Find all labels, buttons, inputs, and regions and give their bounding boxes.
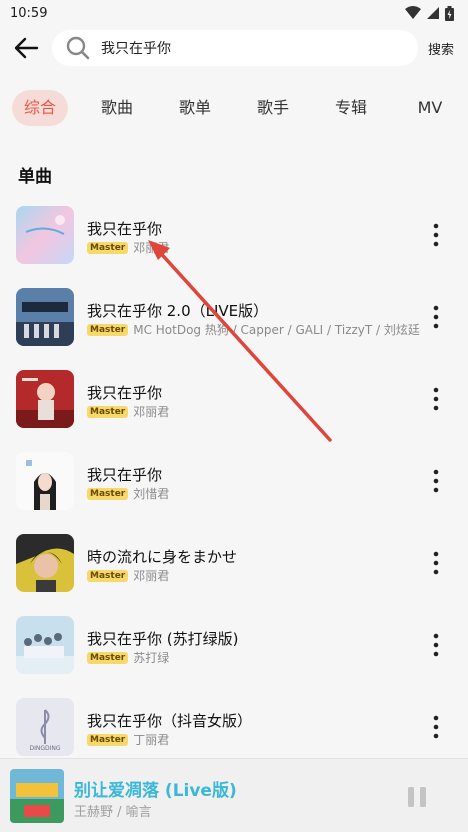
album-cover: [16, 288, 74, 346]
category-tabs: 综合 歌曲 歌单 歌手 专辑 MV: [0, 90, 468, 126]
song-row[interactable]: 我只在乎你 2.0（LIVE版） Master MC HotDog 热狗 / Ca…: [0, 288, 468, 348]
master-badge: Master: [87, 651, 129, 664]
master-badge: Master: [87, 733, 129, 746]
more-options-icon[interactable]: [426, 222, 446, 248]
album-cover: [16, 206, 74, 264]
status-time: 10:59: [10, 5, 48, 21]
song-row[interactable]: DINGDING 我只在乎你（抖音女版） Master 丁丽君: [0, 698, 468, 758]
album-cover: [16, 452, 74, 510]
song-title: 我只在乎你 2.0（LIVE版）: [87, 302, 269, 320]
wifi-icon: [405, 6, 421, 19]
more-options-icon[interactable]: [426, 550, 446, 576]
song-artist: MC HotDog 热狗 / Capper / GALI / TizzyT / …: [133, 323, 420, 337]
song-title: 我只在乎你（抖音女版）: [87, 712, 253, 730]
pause-icon[interactable]: [406, 787, 428, 807]
more-options-icon[interactable]: [426, 386, 446, 412]
more-options-icon[interactable]: [426, 468, 446, 494]
album-cover: [16, 370, 74, 428]
song-title: 我只在乎你: [87, 220, 163, 238]
now-playing-title: 别让爱凋落 (Live版): [74, 781, 237, 801]
tab-mv[interactable]: MV: [412, 90, 448, 126]
search-icon: [66, 36, 90, 60]
song-title: 我只在乎你: [87, 384, 163, 402]
master-badge: Master: [87, 323, 129, 336]
section-title-singles: 单曲: [18, 167, 52, 187]
back-arrow-icon[interactable]: [12, 34, 40, 62]
cover-label: DINGDING: [29, 745, 60, 752]
master-badge: Master: [87, 405, 129, 418]
song-artist: 邓丽君: [133, 241, 170, 255]
album-cover: [16, 616, 74, 674]
song-artist: 刘惜君: [133, 487, 170, 501]
album-cover: [16, 534, 74, 592]
song-row[interactable]: 我只在乎你 (苏打绿版) Master 苏打绿: [0, 616, 468, 676]
tab-playlists[interactable]: 歌单: [174, 90, 216, 126]
tab-artists[interactable]: 歌手: [252, 90, 294, 126]
album-cover: DINGDING: [16, 698, 74, 756]
signal-icon: [427, 7, 439, 19]
song-artist: 丁丽君: [133, 733, 170, 747]
tab-songs[interactable]: 歌曲: [96, 90, 138, 126]
song-row[interactable]: 我只在乎你 Master 邓丽君: [0, 370, 468, 430]
song-artist: 苏打绿: [133, 651, 170, 665]
master-badge: Master: [87, 241, 129, 254]
more-options-icon[interactable]: [426, 632, 446, 658]
song-title: 我只在乎你: [87, 466, 163, 484]
search-input[interactable]: [101, 40, 381, 56]
status-bar: 10:59: [0, 0, 468, 26]
song-row[interactable]: 我只在乎你 Master 刘惜君: [0, 452, 468, 512]
search-button[interactable]: 搜索: [428, 39, 454, 58]
status-icons: [405, 5, 454, 21]
master-badge: Master: [87, 487, 129, 500]
now-playing-artist: 王赫野 / 喻言: [74, 805, 152, 820]
search-box[interactable]: [52, 30, 418, 66]
master-badge: Master: [87, 569, 129, 582]
song-artist: 邓丽君: [133, 405, 170, 419]
now-playing-cover: [10, 769, 64, 823]
mini-player[interactable]: 别让爱凋落 (Live版) 王赫野 / 喻言: [0, 758, 468, 832]
more-options-icon[interactable]: [426, 304, 446, 330]
song-title: 我只在乎你 (苏打绿版): [87, 630, 239, 648]
song-row[interactable]: 我只在乎你 Master 邓丽君: [0, 206, 468, 266]
song-row[interactable]: 時の流れに身をまかせ Master 邓丽君: [0, 534, 468, 594]
battery-icon: [445, 5, 454, 21]
search-bar: 搜索: [0, 30, 468, 66]
song-title: 時の流れに身をまかせ: [87, 548, 238, 566]
tab-albums[interactable]: 专辑: [330, 90, 372, 126]
tab-all[interactable]: 综合: [12, 90, 68, 126]
more-options-icon[interactable]: [426, 714, 446, 740]
song-artist: 邓丽君: [133, 569, 170, 583]
